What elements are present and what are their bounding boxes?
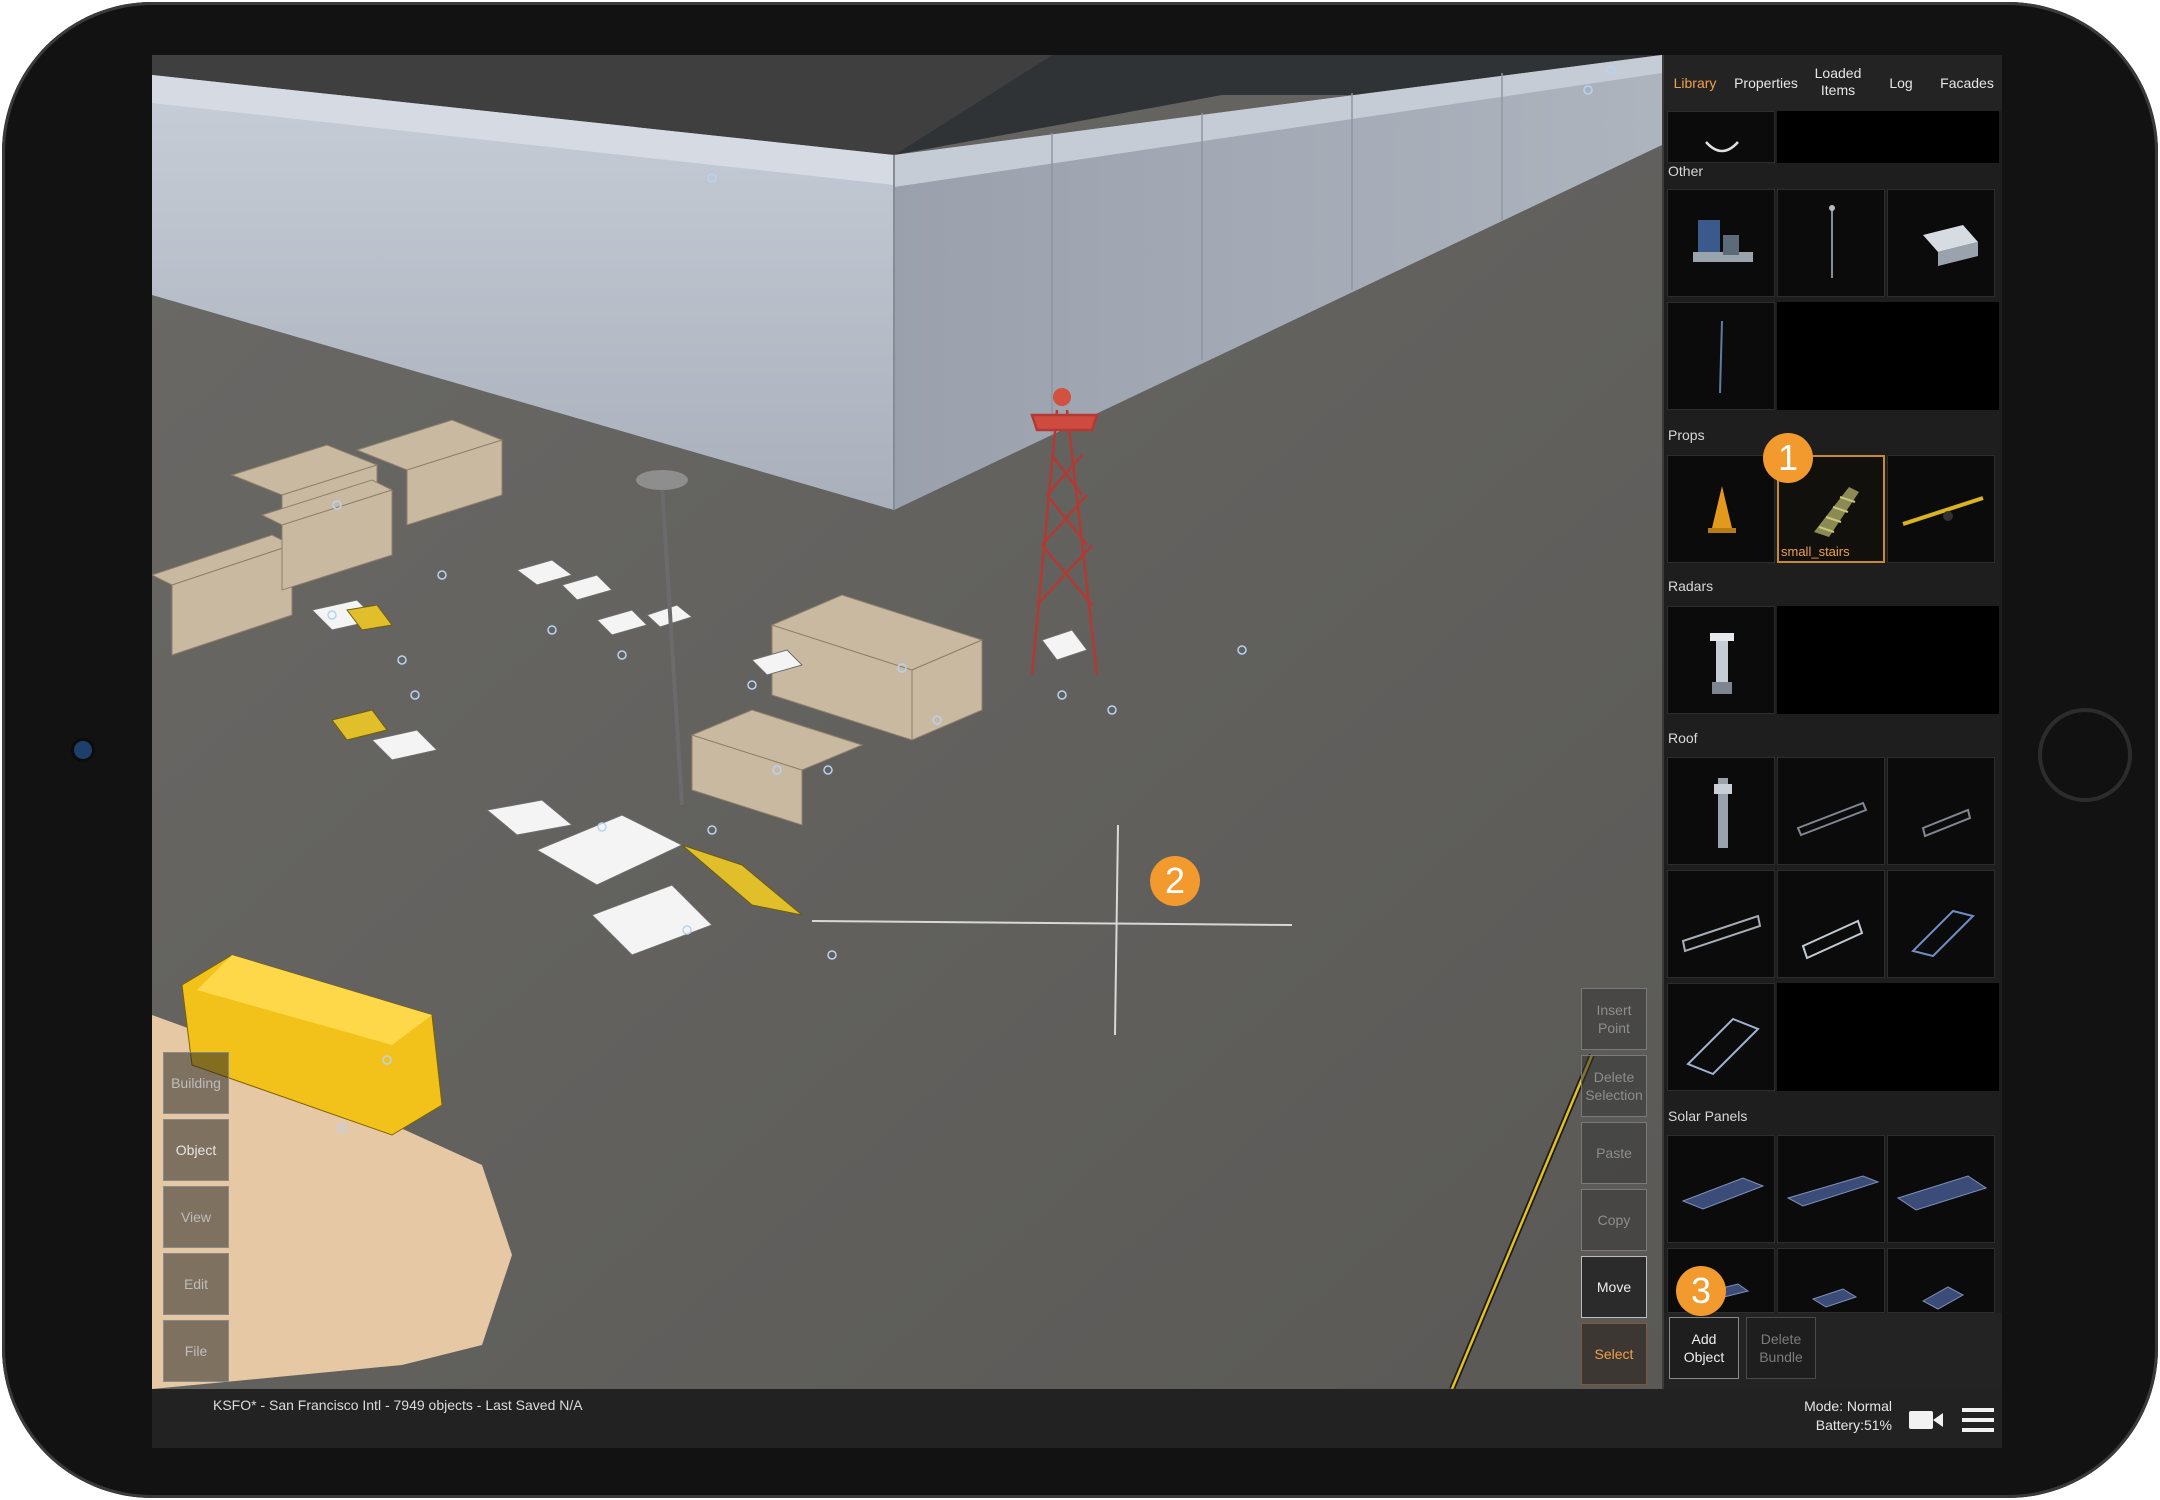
library-tile-towbar[interactable] <box>1887 455 1995 563</box>
copy-button[interactable]: Copy <box>1581 1189 1647 1251</box>
delete-bundle-button[interactable]: Delete Bundle <box>1746 1317 1816 1379</box>
library-tile-roof-5[interactable] <box>1777 870 1885 978</box>
library-tile-solar-2[interactable] <box>1777 1135 1885 1243</box>
library-empty <box>1777 302 1999 410</box>
library-tile-roof-3[interactable] <box>1887 757 1995 865</box>
library-tile-radar[interactable] <box>1667 606 1775 714</box>
building-tool-button[interactable]: Building <box>163 1052 229 1114</box>
section-roof-label: Roof <box>1668 730 1698 746</box>
select-button[interactable]: Select <box>1581 1323 1647 1385</box>
tab-loaded-items[interactable]: Loaded Items <box>1806 65 1870 99</box>
library-tile-solar-6[interactable] <box>1887 1248 1995 1313</box>
file-tool-button[interactable]: File <box>163 1320 229 1382</box>
library-tile-roof-4[interactable] <box>1667 870 1775 978</box>
status-info: KSFO* - San Francisco Intl - 7949 object… <box>213 1397 583 1413</box>
section-other-label: Other <box>1668 163 1704 179</box>
tab-facades[interactable]: Facades <box>1932 75 2002 92</box>
section-props-label: Props <box>1668 427 1705 443</box>
library-empty <box>1777 111 1999 163</box>
library-tile-cone[interactable] <box>1667 455 1775 563</box>
home-button[interactable] <box>2038 708 2132 802</box>
callout-1: 1 <box>1763 433 1813 483</box>
library-tile-solar-5[interactable] <box>1777 1248 1885 1313</box>
library-tile-other-2[interactable] <box>1777 189 1885 297</box>
section-solar-label: Solar Panels <box>1668 1108 1748 1124</box>
paste-button[interactable]: Paste <box>1581 1122 1647 1184</box>
mode-battery: Mode: Normal Battery:51% <box>1747 1397 1892 1435</box>
object-tool-button[interactable]: Object <box>163 1119 229 1181</box>
library-tile-roof-2[interactable] <box>1777 757 1885 865</box>
library-panel: Library Properties Loaded Items Log Faca… <box>1662 55 2002 1389</box>
tab-library[interactable]: Library <box>1664 75 1726 92</box>
tab-properties[interactable]: Properties <box>1726 75 1806 92</box>
scene-render <box>152 55 1662 1389</box>
library-tile-other-4[interactable] <box>1667 302 1775 410</box>
front-camera <box>74 741 92 759</box>
battery-label: Battery:51% <box>1815 1417 1892 1433</box>
library-empty <box>1777 983 1999 1091</box>
tab-log[interactable]: Log <box>1870 75 1932 92</box>
library-tile-solar-3[interactable] <box>1887 1135 1995 1243</box>
library-tile-other-1[interactable] <box>1667 189 1775 297</box>
callout-3: 3 <box>1676 1266 1726 1316</box>
callout-2: 2 <box>1164 860 1186 901</box>
section-radars-label: Radars <box>1668 578 1714 594</box>
library-empty <box>1777 606 1999 714</box>
mode-label: Mode: Normal <box>1804 1398 1892 1414</box>
panel-tabs: Library Properties Loaded Items Log Faca… <box>1664 55 2002 111</box>
small-stairs-caption: small_stairs <box>1781 544 1850 559</box>
library-tile-other-3[interactable] <box>1887 189 1995 297</box>
library-tile-roof-7[interactable] <box>1667 983 1775 1091</box>
add-object-button[interactable]: Add Object <box>1669 1317 1739 1379</box>
edit-tool-button[interactable]: Edit <box>163 1253 229 1315</box>
library-tile-roof-1[interactable] <box>1667 757 1775 865</box>
library-tile-partial[interactable] <box>1667 111 1775 163</box>
hamburger-menu-icon[interactable] <box>1962 1406 1994 1434</box>
status-bar: KSFO* - San Francisco Intl - 7949 object… <box>152 1389 2002 1448</box>
move-button[interactable]: Move <box>1581 1256 1647 1318</box>
video-camera-icon[interactable] <box>1908 1408 1944 1432</box>
delete-selection-button[interactable]: Delete Selection <box>1581 1055 1647 1117</box>
library-tile-solar-1[interactable] <box>1667 1135 1775 1243</box>
insert-point-button[interactable]: Insert Point <box>1581 988 1647 1050</box>
view-tool-button[interactable]: View <box>163 1186 229 1248</box>
app-screen: 2 Building Object View Edit File Insert … <box>152 55 2002 1448</box>
library-tile-roof-6[interactable] <box>1887 870 1995 978</box>
